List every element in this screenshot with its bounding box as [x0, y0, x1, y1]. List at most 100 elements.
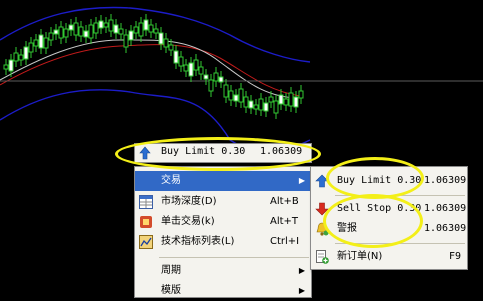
candle-body [28, 42, 34, 53]
candle-body [233, 94, 239, 102]
menu-separator [335, 195, 465, 196]
candle-body [263, 102, 269, 112]
candle-body [228, 90, 234, 101]
candle-body [213, 72, 219, 82]
arrow-up-icon [315, 174, 329, 188]
candle-body [118, 28, 124, 35]
candle-body [143, 19, 149, 31]
submenu-arrow-icon: ▶ [298, 286, 305, 295]
candle-body [248, 100, 254, 109]
arrow-down-icon [315, 202, 329, 216]
candle-body [83, 30, 89, 38]
menu-item-template[interactable]: 模版 ▶ [135, 281, 311, 301]
submenu-item-label: 警报 [337, 223, 357, 234]
submenu-item-sell-stop[interactable]: Sell Stop 0.30 1.06309 [311, 199, 467, 219]
candle-body [33, 39, 39, 47]
menu-item-indicators-list[interactable]: 技术指标列表(L) Ctrl+I [135, 232, 311, 252]
submenu-item-new-order[interactable]: 新订单(N) F9 [311, 247, 467, 267]
candle-body [78, 26, 84, 37]
menu-item-one-click-trading[interactable]: 单击交易(k) Alt+T [135, 212, 311, 232]
candle-body [273, 100, 279, 114]
candle-body [163, 38, 169, 48]
candle-body [23, 46, 29, 60]
submenu-item-label: 新订单(N) [337, 251, 383, 262]
candle-body [198, 66, 204, 75]
menu-item-label: 交易 [161, 175, 181, 186]
menu-item-shortcut: Alt+T [270, 216, 299, 227]
candle-body [13, 52, 19, 62]
arrow-up-icon [139, 146, 151, 163]
market-depth-icon [139, 195, 153, 209]
submenu-item-alarm[interactable]: 警报 1.06309 [311, 219, 467, 239]
submenu-item-price: 1.06309 [424, 175, 467, 186]
new-order-icon [315, 250, 329, 264]
candle-body [188, 62, 194, 77]
candle-body [63, 28, 69, 38]
candle-body [293, 96, 299, 108]
candle-body [43, 37, 49, 49]
candle-body [3, 64, 9, 70]
submenu-arrow-icon: ▶ [298, 176, 305, 185]
candle-body [278, 94, 284, 105]
menu-item-trading[interactable]: 交易 ▶ [135, 171, 311, 191]
candle-body [283, 98, 289, 106]
pending-order-row[interactable]: Buy Limit 0.30 1.06309 [134, 143, 312, 163]
submenu-item-shortcut: F9 [449, 251, 462, 262]
submenu-item-label: Sell Stop 0.30 [337, 203, 422, 214]
candle-body [243, 96, 249, 108]
candle-body [38, 34, 44, 49]
candle-body [258, 98, 264, 111]
candle-body [48, 32, 54, 41]
pending-order-price: 1.06309 [260, 146, 303, 157]
menu-item-market-depth[interactable]: 市场深度(D) Alt+B [135, 192, 311, 212]
candle-body [53, 29, 59, 35]
candle-body [173, 50, 179, 64]
candle-body [178, 56, 184, 67]
candle-body [203, 74, 209, 80]
candle-body [88, 24, 94, 39]
menu-item-label: 单击交易(k) [161, 216, 215, 227]
submenu-item-buy-limit[interactable]: Buy Limit 0.30 1.06309 [311, 171, 467, 191]
menu-item-label: 模版 [161, 285, 181, 296]
candle-body [223, 84, 229, 98]
candle-body [153, 28, 159, 34]
candle-body [148, 24, 154, 33]
candle-body [58, 26, 64, 39]
candle-body [8, 59, 14, 72]
menu-item-label: 市场深度(D) [161, 196, 217, 207]
submenu-item-price: 1.06309 [424, 203, 467, 214]
candle-body [208, 79, 214, 92]
candle-body [138, 22, 144, 37]
indicators-icon [139, 235, 153, 249]
candle-body [238, 88, 244, 103]
pending-order-label: Buy Limit 0.30 [161, 146, 246, 157]
candle-body [253, 104, 259, 110]
candle-body [158, 32, 164, 45]
candle-body [73, 22, 79, 36]
candle-body [268, 96, 274, 103]
one-click-icon [139, 215, 153, 229]
menu-item-shortcut: Alt+B [270, 196, 299, 207]
candle-body [133, 26, 139, 34]
candle-body [98, 20, 104, 29]
alarm-bell-icon [315, 222, 329, 236]
candle-body [18, 54, 24, 61]
submenu-item-label: Buy Limit 0.30 [337, 175, 422, 186]
menu-separator [335, 243, 465, 244]
menu-item-period[interactable]: 周期 ▶ [135, 261, 311, 281]
menu-item-shortcut: Ctrl+I [270, 236, 300, 247]
candle-body [168, 44, 174, 51]
candle-body [128, 30, 134, 41]
menu-item-label: 技术指标列表(L) [161, 236, 235, 247]
candle-body [218, 76, 224, 83]
candle-body [113, 24, 119, 34]
candle-body [103, 22, 109, 28]
menu-item-label: 周期 [161, 265, 181, 276]
submenu-item-price: 1.06309 [424, 223, 467, 234]
chart-context-menu: 交易 ▶ 市场深度(D) Alt+B 单击交易(k) Alt+T 技术指标列表(… [134, 166, 312, 298]
candle-body [288, 92, 294, 107]
menu-separator [159, 257, 309, 258]
candle-body [108, 19, 114, 32]
candle-body [68, 24, 74, 31]
candle-body [298, 90, 304, 99]
